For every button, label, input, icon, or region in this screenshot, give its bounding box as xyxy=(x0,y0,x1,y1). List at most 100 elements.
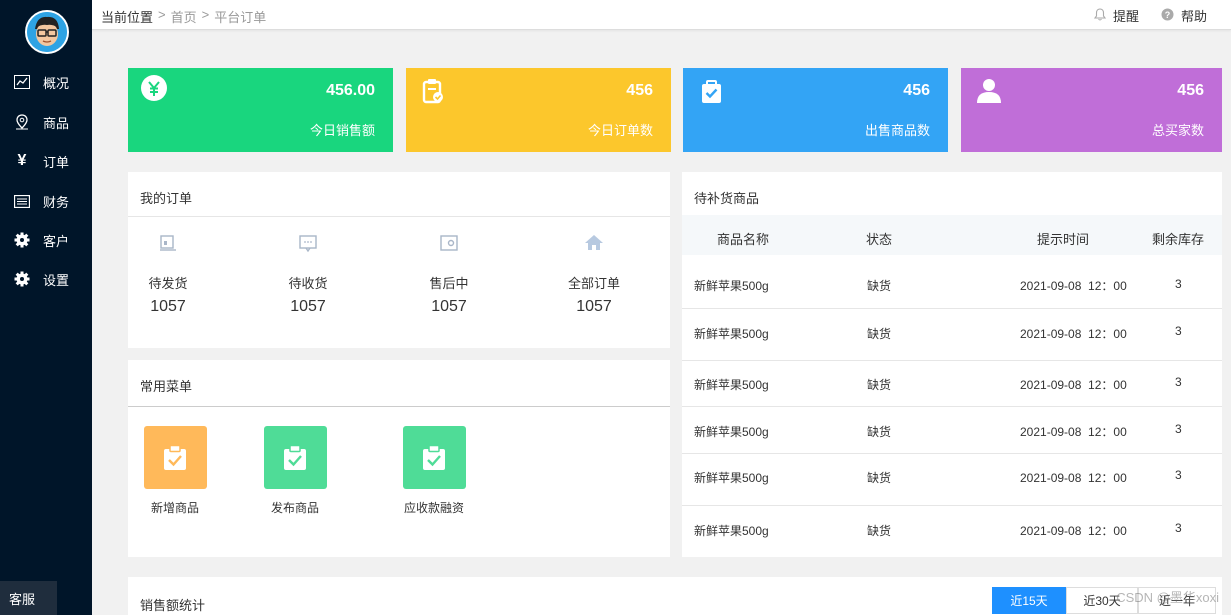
help-button[interactable]: ? 帮助 xyxy=(1161,6,1207,25)
customer-service-button[interactable]: 客服 xyxy=(0,581,57,615)
cell-status: 缺货 xyxy=(867,471,892,485)
restock-title: 待补货商品 xyxy=(694,191,760,206)
stat-card-sales[interactable]: 456.00 今日销售额 xyxy=(128,68,393,152)
order-status-count: 1057 xyxy=(150,298,186,315)
breadcrumb-home[interactable]: 首页 xyxy=(171,7,197,26)
cell-status: 缺货 xyxy=(867,327,892,341)
column-header-name: 商品名称 xyxy=(717,232,770,247)
menu-add-product[interactable]: 新增商品 xyxy=(130,426,220,516)
breadcrumb-current: 平台订单 xyxy=(214,10,267,25)
clipboard-check-icon xyxy=(423,444,445,470)
truck-icon xyxy=(160,235,176,251)
row-divider xyxy=(682,505,1222,506)
message-box-icon xyxy=(299,235,317,253)
range-15-days-button[interactable]: 近15天 xyxy=(992,587,1066,614)
svg-text:?: ? xyxy=(1165,9,1171,19)
topbar: 当前位置 > 首页 > 平台订单 提醒 ? 帮助 xyxy=(92,0,1231,30)
divider xyxy=(128,406,670,407)
avatar[interactable] xyxy=(25,10,69,54)
stat-card-products[interactable]: 456 出售商品数 xyxy=(683,68,948,152)
sidebar-item-settings[interactable]: 设置 xyxy=(0,267,92,291)
row-divider xyxy=(682,406,1222,407)
sidebar-item-label: 订单 xyxy=(43,154,70,170)
cell-name: 新鲜苹果500g xyxy=(694,524,769,538)
cell-stock: 3 xyxy=(1175,422,1182,436)
order-status-label: 待收货 xyxy=(288,276,328,291)
sidebar-item-label: 客户 xyxy=(43,233,70,249)
order-status-after-sale[interactable]: 售后中 1057 xyxy=(409,232,489,316)
order-status-count: 1057 xyxy=(576,298,612,315)
cell-stock: 3 xyxy=(1175,521,1182,535)
menu-receivable-financing[interactable]: 应收款融资 xyxy=(389,426,479,516)
cell-stock: 3 xyxy=(1175,324,1182,338)
stat-card-orders[interactable]: 456 今日订单数 xyxy=(406,68,671,152)
sidebar-item-overview[interactable]: 概况 xyxy=(0,70,92,94)
cell-time: 2021-09-08 12：00 xyxy=(1020,524,1127,538)
sidebar-item-label: 概况 xyxy=(43,75,70,91)
order-status-label: 待发货 xyxy=(148,276,188,291)
menu-tile-label: 新增商品 xyxy=(150,501,199,515)
order-status-pending-receipt[interactable]: 待收货 1057 xyxy=(268,232,348,316)
order-status-pending-shipment[interactable]: 待发货 1057 xyxy=(128,232,208,316)
column-header-status: 状态 xyxy=(866,232,893,247)
divider xyxy=(128,216,670,217)
sidebar-item-label: 财务 xyxy=(43,194,70,210)
cell-status: 缺货 xyxy=(867,378,892,392)
cell-time: 2021-09-08 12：00 xyxy=(1020,425,1127,439)
table-header: 商品名称 状态 提示时间 剩余库存 xyxy=(682,215,1222,255)
order-status-count: 1057 xyxy=(290,298,326,315)
clipboard-check-icon xyxy=(284,444,306,470)
cell-stock: 3 xyxy=(1175,375,1182,389)
chart-line-icon xyxy=(13,73,31,91)
cell-status: 缺货 xyxy=(867,524,892,538)
stat-label: 今日销售额 xyxy=(309,123,375,138)
my-orders-panel: 我的订单 待发货 1057 待收货 1057 售后中 1057 全部订单 105… xyxy=(128,172,670,348)
sidebar-item-finance[interactable]: 财务 xyxy=(0,189,92,213)
row-divider xyxy=(682,453,1222,454)
help-label: 帮助 xyxy=(1180,9,1207,24)
yen-icon: ¥ xyxy=(17,152,27,169)
column-header-time: 提示时间 xyxy=(1037,232,1090,247)
cell-stock: 3 xyxy=(1175,277,1182,291)
map-pin-icon xyxy=(13,113,31,131)
cell-time: 2021-09-08 12：00 xyxy=(1020,471,1127,485)
remind-button[interactable]: 提醒 xyxy=(1093,6,1139,25)
cell-name: 新鲜苹果500g xyxy=(694,279,769,293)
order-status-count: 1057 xyxy=(431,298,467,315)
stat-label: 总买家数 xyxy=(1151,123,1204,138)
my-orders-title: 我的订单 xyxy=(140,191,193,206)
watermark: CSDN @墨华xoxi xyxy=(1116,590,1219,605)
user-icon xyxy=(977,79,1001,103)
cell-time: 2021-09-08 12：00 xyxy=(1020,279,1127,293)
stat-value: 456 xyxy=(626,82,653,99)
list-icon xyxy=(13,192,31,210)
bell-icon xyxy=(1093,7,1107,24)
common-menu-title: 常用菜单 xyxy=(140,379,193,394)
sidebar: 概况 商品 ¥ 订单 财务 客户 设置 客服 xyxy=(0,0,92,615)
menu-publish-product[interactable]: 发布商品 xyxy=(250,426,340,516)
stat-value: 456 xyxy=(903,82,930,99)
sales-stats-panel: 销售额统计 近15天 近30天 近一年 xyxy=(128,577,1222,615)
order-status-all[interactable]: 全部订单 1057 xyxy=(554,232,634,316)
menu-tile-label: 发布商品 xyxy=(270,501,319,515)
sidebar-item-goods[interactable]: 商品 xyxy=(0,110,92,134)
stat-label: 出售商品数 xyxy=(864,123,930,138)
cell-name: 新鲜苹果500g xyxy=(694,471,769,485)
sales-stats-title: 销售额统计 xyxy=(140,598,206,613)
sidebar-item-customers[interactable]: 客户 xyxy=(0,228,92,252)
home-icon xyxy=(585,235,603,250)
avatar-face-icon xyxy=(27,12,67,52)
sidebar-item-orders[interactable]: ¥ 订单 xyxy=(0,149,92,173)
stat-card-buyers[interactable]: 456 总买家数 xyxy=(961,68,1222,152)
order-status-label: 售后中 xyxy=(429,276,469,291)
wallet-icon xyxy=(440,235,458,251)
remind-label: 提醒 xyxy=(1112,9,1139,24)
help-circle-icon: ? xyxy=(1161,8,1174,24)
yen-circle-icon xyxy=(141,75,167,101)
cell-status: 缺货 xyxy=(867,279,892,293)
cell-status: 缺货 xyxy=(867,425,892,439)
cell-time: 2021-09-08 12：00 xyxy=(1020,378,1127,392)
clipboard-icon xyxy=(422,79,443,104)
sidebar-item-label: 商品 xyxy=(43,115,70,131)
cell-name: 新鲜苹果500g xyxy=(694,378,769,392)
